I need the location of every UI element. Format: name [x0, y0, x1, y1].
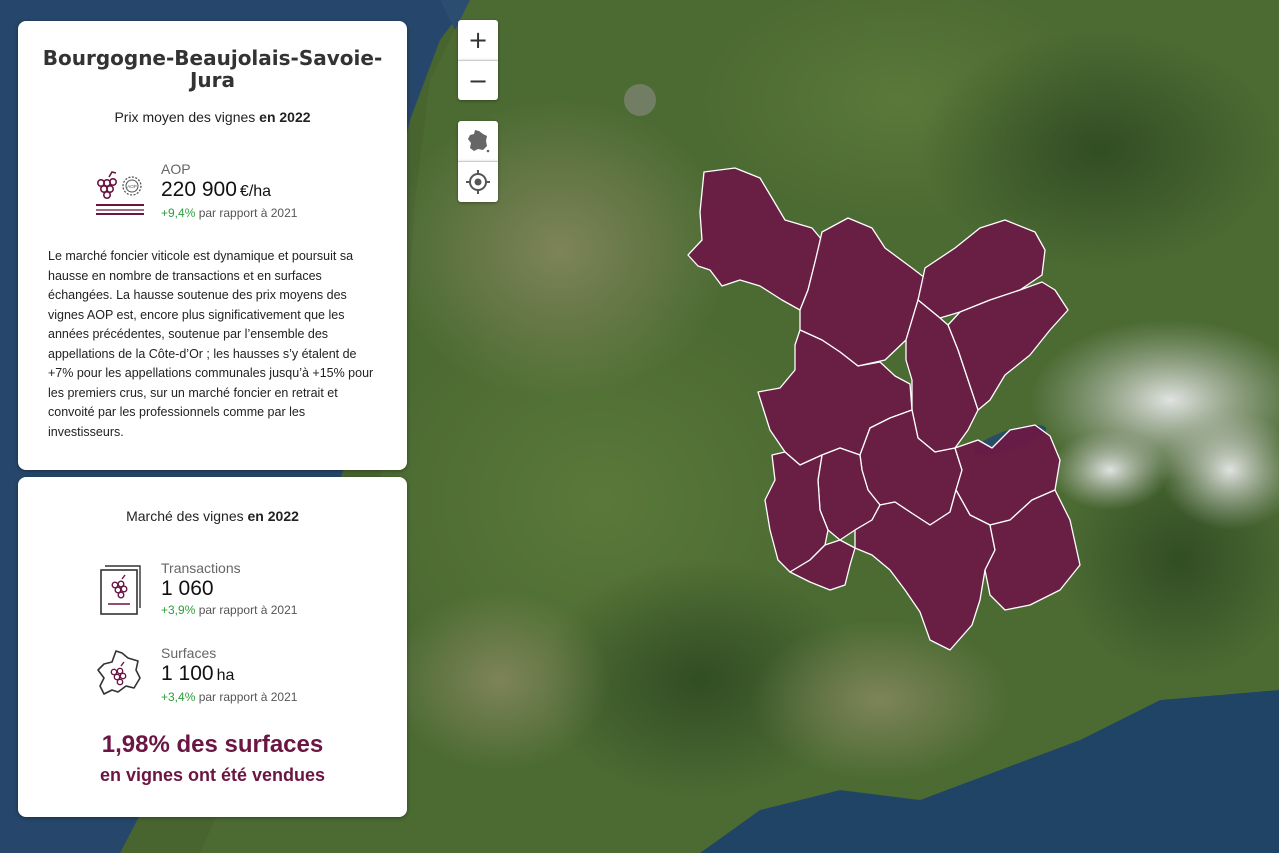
aop-label: AOP [161, 161, 191, 177]
highlight-share: 1,98% des surfaces [101, 731, 324, 758]
aop-value: 220 900 €/ha [161, 178, 272, 201]
surfaces-label: Surfaces [161, 645, 217, 661]
minus-icon: − [467, 66, 489, 95]
aop-delta: +9,4% par rapport à 2021 [161, 206, 298, 220]
market-description: Le marché foncier viticole est dynamique… [48, 249, 374, 439]
france-view-button[interactable] [458, 121, 498, 161]
price-subtitle: Prix moyen des vignes en 2022 [114, 109, 311, 125]
transactions-label: Transactions [161, 560, 241, 576]
france-map-icon [468, 130, 490, 153]
locate-button[interactable] [458, 161, 498, 202]
region-title: Bourgogne-Beaujolais-Savoie-Jura [42, 46, 383, 92]
transactions-delta: +3,9% par rapport à 2021 [161, 603, 298, 617]
transactions-value: 1 060 [161, 577, 214, 600]
crosshair-icon [466, 170, 490, 194]
aop-grapes-icon: AOP [96, 171, 144, 215]
zoom-out-button[interactable]: − [458, 60, 498, 100]
highlight-caption: en vignes ont été vendues [99, 765, 326, 785]
plus-icon: + [467, 26, 489, 54]
market-subtitle: Marché des vignes en 2022 [126, 508, 299, 524]
document-grapes-icon [100, 565, 141, 615]
price-panel: Bourgogne-Beaujolais-Savoie-Jura Prix mo… [18, 21, 407, 470]
surfaces-delta: +3,4% par rapport à 2021 [161, 690, 298, 704]
zoom-in-button[interactable]: + [458, 20, 498, 60]
surfaces-value: 1 100 ha [161, 662, 235, 685]
svg-text:AOP: AOP [127, 184, 137, 189]
france-grapes-icon [97, 650, 141, 695]
market-panel: Marché des vignes en 2022 Transactions 1… [18, 477, 407, 817]
